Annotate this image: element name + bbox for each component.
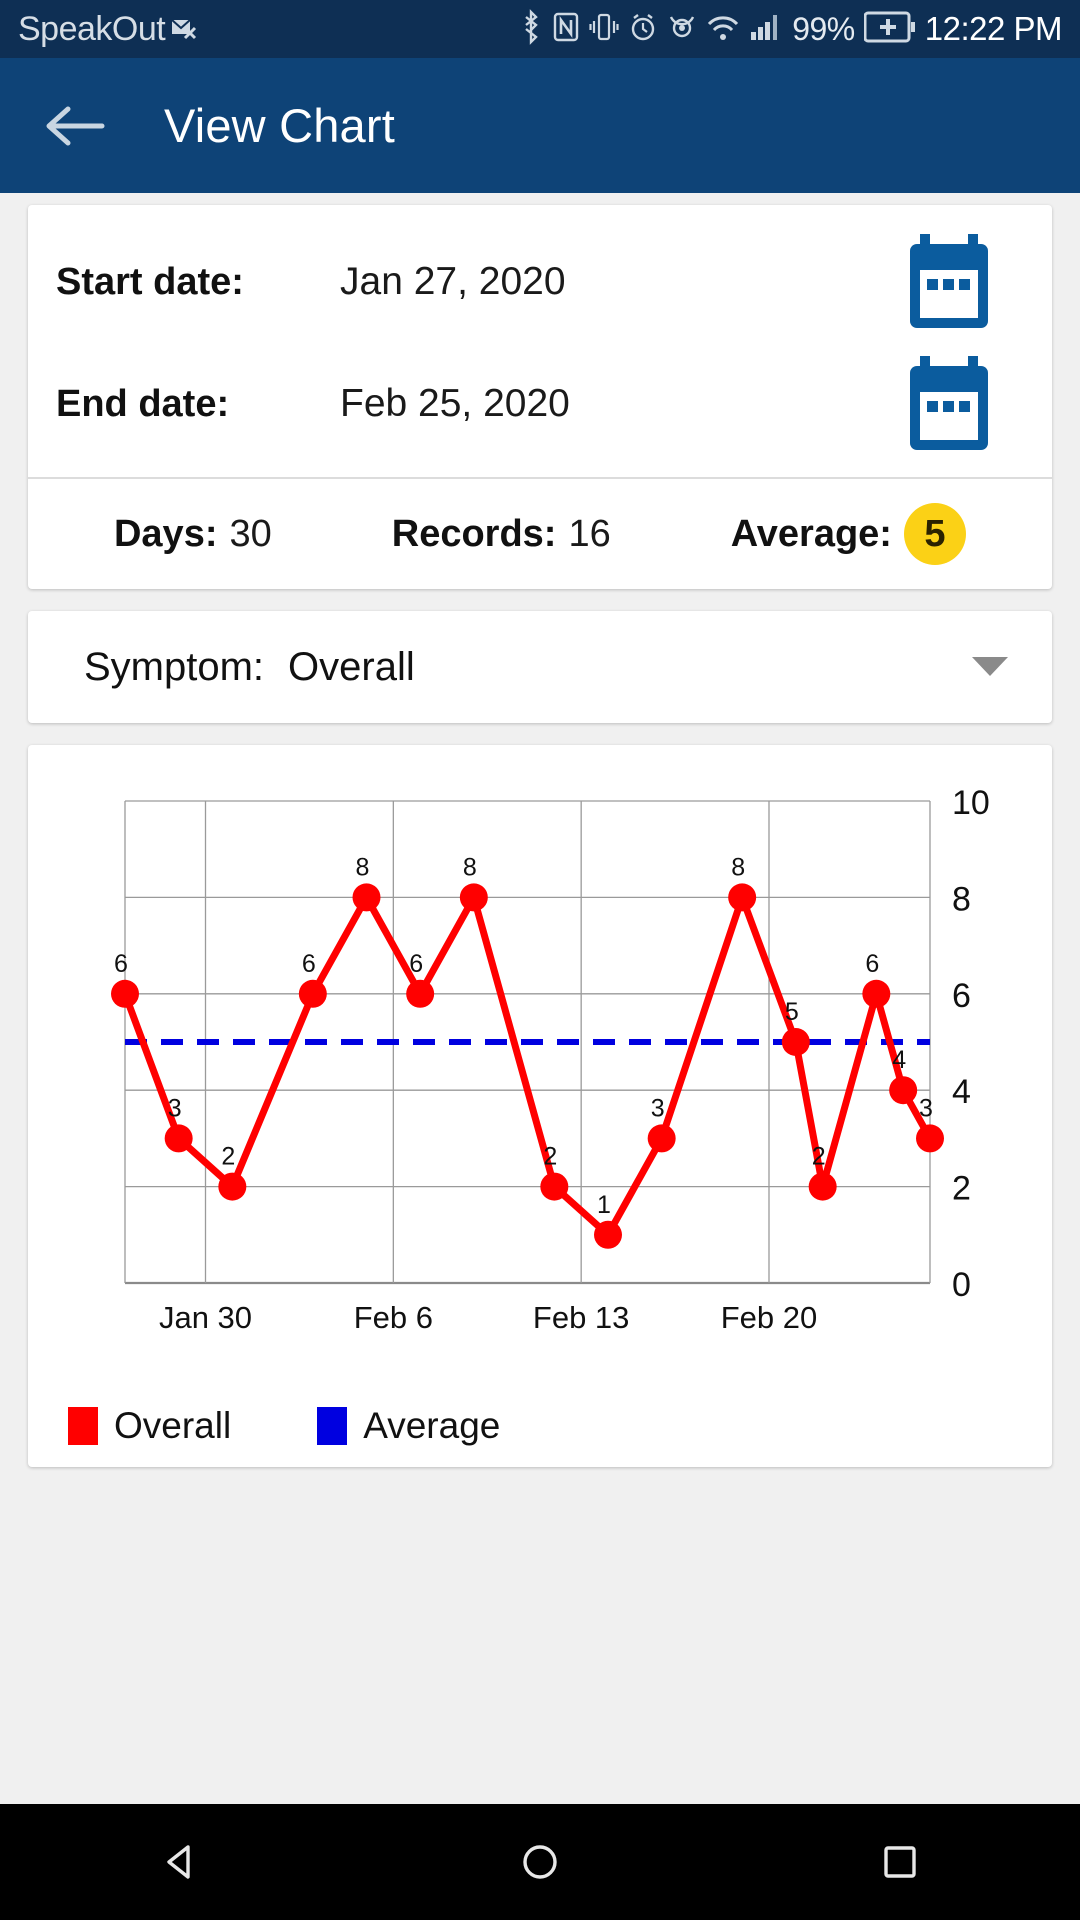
summary-card: Start date: Jan 27, 2020 End date: Feb 2… — [28, 205, 1052, 589]
svg-text:5: 5 — [785, 998, 799, 1026]
svg-text:6: 6 — [865, 950, 879, 978]
legend-swatch-average — [317, 1407, 348, 1445]
average-badge: 5 — [903, 503, 966, 565]
svg-text:Feb 20: Feb 20 — [721, 1300, 818, 1335]
vibrate-icon — [589, 8, 619, 51]
svg-text:Feb 13: Feb 13 — [533, 1300, 630, 1335]
page-title: View Chart — [164, 99, 396, 152]
clock-label: 12:22 PM — [924, 10, 1063, 47]
days-stat: Days: 30 — [114, 513, 272, 556]
battery-percent-label: 99% — [792, 10, 855, 47]
symptom-value: Overall — [288, 644, 415, 689]
alarm-icon — [628, 8, 658, 51]
legend-label-average: Average — [363, 1405, 501, 1446]
end-date-row[interactable]: End date: Feb 25, 2020 — [28, 343, 1052, 465]
message-badge-icon — [171, 16, 197, 42]
days-label: Days: — [113, 512, 218, 555]
legend-swatch-overall — [68, 1407, 98, 1445]
date-rows: Start date: Jan 27, 2020 End date: Feb 2… — [28, 205, 1052, 469]
circle-home-icon[interactable] — [480, 1804, 600, 1920]
start-date-row[interactable]: Start date: Jan 27, 2020 — [28, 221, 1052, 343]
calendar-icon[interactable] — [900, 352, 1018, 456]
carrier-label: SpeakOut — [18, 9, 166, 48]
signal-bars-icon — [749, 8, 783, 51]
average-stat: Average: 5 — [731, 503, 966, 565]
svg-text:6: 6 — [952, 977, 971, 1015]
svg-text:2: 2 — [221, 1143, 235, 1171]
square-recents-icon[interactable] — [840, 1804, 960, 1920]
svg-text:2: 2 — [543, 1143, 557, 1171]
records-value: 16 — [568, 512, 611, 555]
arrow-left-icon[interactable] — [42, 93, 108, 159]
svg-text:1: 1 — [597, 1191, 611, 1219]
svg-text:Jan 30: Jan 30 — [159, 1300, 252, 1335]
triangle-back-icon[interactable] — [120, 1804, 240, 1920]
svg-text:8: 8 — [356, 853, 370, 881]
average-label: Average: — [730, 512, 892, 555]
status-bar: SpeakOut 99% 12:22 PM — [0, 0, 1080, 58]
bluetooth-icon — [519, 8, 543, 51]
legend-item-overall[interactable]: Overall — [68, 1405, 231, 1447]
line-chart[interactable]: 0 2 4 6 8 10 Jan 30 Feb 6 Feb 13 Feb 20 6 3 2 6 8 6 8 2 1 3… — [50, 763, 1030, 1403]
svg-text:6: 6 — [114, 950, 128, 978]
start-date-label: Start date: — [56, 260, 244, 303]
svg-text:8: 8 — [952, 880, 971, 918]
symptom-label: Symptom: — [84, 644, 265, 689]
end-date-label: End date: — [56, 382, 230, 425]
battery-charging-icon — [863, 10, 916, 49]
chart-legend: Overall Average — [50, 1405, 1030, 1447]
chart-svg: 0 2 4 6 8 10 Jan 30 Feb 6 Feb 13 Feb 20 6 3 2 6 8 6 8 2 1 3… — [111, 784, 990, 1335]
legend-item-average[interactable]: Average — [317, 1405, 500, 1447]
end-date-value: Feb 25, 2020 — [340, 382, 570, 425]
system-nav-bar — [0, 1804, 1080, 1920]
svg-text:0: 0 — [952, 1266, 971, 1304]
svg-text:4: 4 — [952, 1073, 971, 1111]
eye-care-icon — [667, 8, 697, 51]
svg-text:6: 6 — [409, 950, 423, 978]
svg-text:3: 3 — [651, 1094, 665, 1122]
days-value: 30 — [229, 512, 272, 555]
wifi-icon — [706, 8, 740, 51]
calendar-icon[interactable] — [900, 230, 1018, 334]
svg-text:3: 3 — [919, 1094, 933, 1122]
svg-text:10: 10 — [952, 784, 990, 822]
stats-row: Days: 30 Records: 16 Average: 5 — [28, 479, 1052, 589]
svg-text:8: 8 — [463, 853, 477, 881]
chevron-down-icon[interactable] — [968, 651, 1012, 684]
legend-label-overall: Overall — [114, 1405, 232, 1446]
svg-text:2: 2 — [952, 1170, 971, 1208]
svg-text:6: 6 — [302, 950, 316, 978]
symptom-select[interactable]: Symptom: Overall — [28, 611, 1052, 723]
svg-text:8: 8 — [731, 853, 745, 881]
svg-text:3: 3 — [168, 1094, 182, 1122]
app-bar: View Chart — [0, 58, 1080, 193]
svg-text:2: 2 — [812, 1143, 826, 1171]
chart-card: 0 2 4 6 8 10 Jan 30 Feb 6 Feb 13 Feb 20 6 3 2 6 8 6 8 2 1 3… — [28, 745, 1052, 1467]
svg-text:Feb 6: Feb 6 — [354, 1300, 433, 1335]
records-stat: Records: 16 — [392, 513, 611, 556]
records-label: Records: — [391, 512, 557, 555]
start-date-value: Jan 27, 2020 — [340, 260, 566, 303]
nfc-icon — [552, 8, 580, 51]
svg-text:4: 4 — [892, 1046, 906, 1074]
